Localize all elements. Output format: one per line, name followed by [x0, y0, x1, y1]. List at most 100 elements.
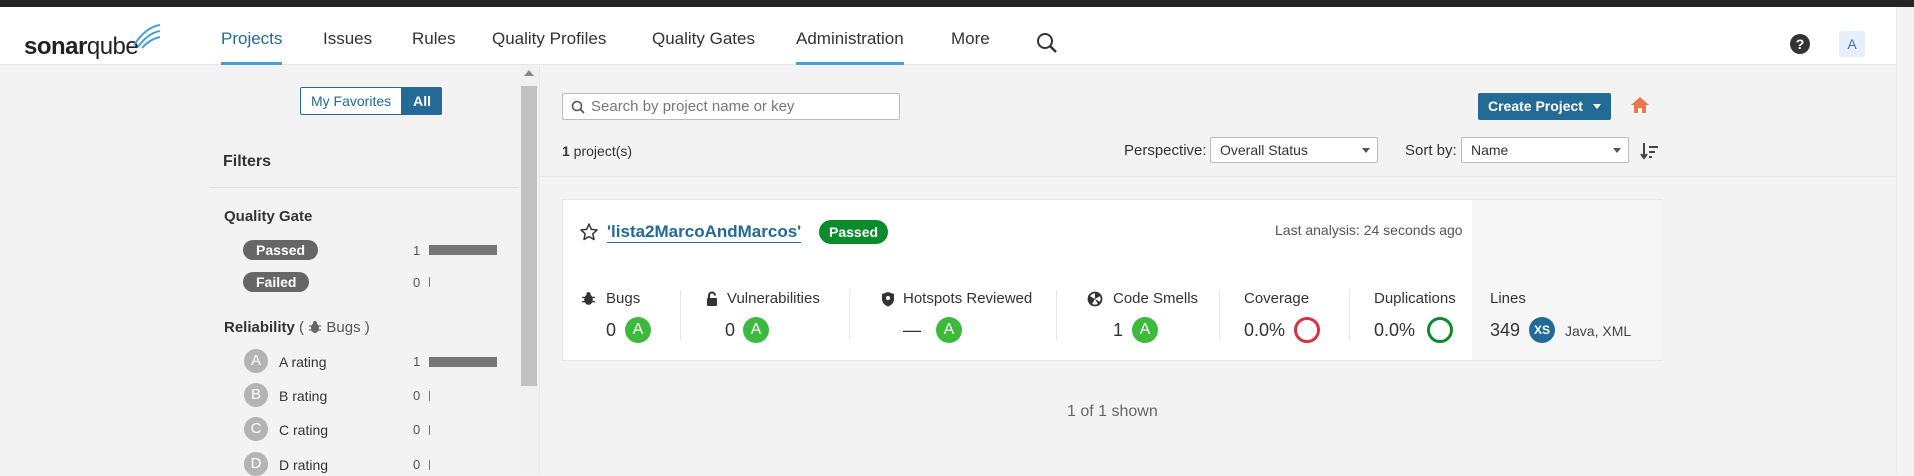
metric-separator: [680, 290, 681, 340]
facet-count: 1: [413, 243, 421, 258]
facet-bar: [429, 425, 430, 435]
sidebar-divider: [210, 187, 518, 188]
sort-order-icon[interactable]: [1640, 141, 1660, 166]
code-smell-icon: [1087, 291, 1103, 307]
avatar[interactable]: A: [1839, 31, 1865, 57]
rating-a-label[interactable]: A rating: [279, 354, 326, 370]
nav-issues[interactable]: Issues: [323, 29, 372, 65]
metric-label: Hotspots Reviewed: [903, 290, 1033, 307]
logo-text-light: qube: [86, 33, 139, 60]
facet-count: 0: [413, 457, 421, 472]
perspective-select[interactable]: Overall Status: [1210, 137, 1378, 163]
metric-label: Coverage: [1244, 290, 1310, 307]
help-icon[interactable]: ?: [1790, 34, 1810, 54]
size-badge: XS: [1529, 317, 1555, 343]
metric-label: Lines: [1490, 290, 1526, 307]
project-count-value: 1: [562, 143, 570, 159]
metric-separator: [1056, 290, 1057, 340]
sidebar-scroll-thumb[interactable]: [521, 86, 537, 386]
home-icon[interactable]: [1630, 96, 1650, 119]
facet-bar: [429, 357, 497, 367]
top-navigation: sonarqube Projects Issues Rules Quality …: [0, 7, 1896, 65]
metric-label: Vulnerabilities: [727, 290, 820, 307]
page-scrollbar[interactable]: [1896, 7, 1914, 474]
facet-count: 0: [413, 422, 421, 437]
reliability-title-text: Reliability: [224, 319, 295, 336]
project-search-field[interactable]: [562, 93, 900, 120]
chevron-down-icon: [1362, 148, 1370, 153]
rating-badge: A: [1132, 317, 1158, 343]
project-card: 'lista2MarcoAndMarcos' Passed Last analy…: [562, 199, 1662, 361]
logo-text-bold: sonar: [24, 33, 87, 60]
search-input[interactable]: [591, 96, 891, 117]
metric-value: —: [903, 320, 921, 340]
reliability-facet-title: Reliability ( Bugs ): [224, 319, 370, 336]
window-top-bar: [0, 0, 1914, 7]
sort-label: Sort by:: [1405, 142, 1457, 159]
nav-projects[interactable]: Projects: [221, 29, 283, 65]
rating-badge: A: [936, 317, 962, 343]
search-icon[interactable]: [1036, 32, 1058, 59]
rating-d-label[interactable]: D rating: [279, 457, 328, 473]
nav-rules[interactable]: Rules: [412, 29, 455, 65]
search-icon: [571, 100, 585, 114]
favorites-toggle: My Favorites All: [300, 87, 443, 115]
languages: Java, XML: [1565, 323, 1632, 339]
nav-quality-gates[interactable]: Quality Gates: [652, 29, 755, 65]
last-analysis: Last analysis: 24 seconds ago: [1275, 222, 1463, 238]
metric-label: Bugs: [606, 290, 641, 307]
rating-badge: A: [625, 317, 651, 343]
rating-c-label[interactable]: C rating: [279, 422, 328, 438]
nav-more[interactable]: More: [951, 29, 990, 65]
rating-b-label[interactable]: B rating: [279, 388, 327, 404]
create-project-button[interactable]: Create Project: [1478, 93, 1611, 120]
metric-value: 0: [606, 320, 617, 340]
facet-count: 0: [413, 388, 421, 403]
facet-count: 1: [413, 354, 421, 369]
quality-gate-facet-title: Quality Gate: [224, 208, 313, 225]
metric-separator: [1219, 290, 1220, 340]
facet-option-passed[interactable]: Passed: [243, 240, 319, 260]
main-divider: [540, 176, 1896, 177]
scroll-up-arrow-icon[interactable]: [524, 70, 534, 76]
metric-label: Duplications: [1374, 290, 1456, 307]
rating-b-badge: B: [244, 383, 268, 407]
sort-value: Name: [1471, 142, 1509, 158]
facet-option-failed[interactable]: Failed: [243, 272, 310, 292]
sidebar-scrollbar[interactable]: [520, 66, 538, 474]
chevron-down-icon: [1613, 148, 1621, 153]
nav-administration[interactable]: Administration: [796, 29, 904, 65]
rating-badge: A: [743, 317, 769, 343]
project-count-suffix: project(s): [569, 143, 633, 159]
bug-icon: [582, 292, 595, 305]
sort-select[interactable]: Name: [1461, 137, 1629, 163]
create-project-label: Create Project: [1488, 98, 1583, 114]
metric-value: 0.0%: [1244, 320, 1286, 340]
star-icon[interactable]: [579, 222, 599, 247]
perspective-label: Perspective:: [1124, 142, 1207, 159]
metric-separator: [849, 290, 850, 340]
shield-icon: [882, 292, 894, 307]
facet-count: 0: [413, 275, 421, 290]
rating-c-badge: C: [244, 417, 268, 441]
logo-waves-icon: [133, 24, 161, 49]
perspective-value: Overall Status: [1220, 142, 1308, 158]
all-button[interactable]: All: [402, 87, 443, 115]
project-name-link[interactable]: 'lista2MarcoAndMarcos': [607, 222, 802, 243]
my-favorites-button[interactable]: My Favorites: [300, 87, 403, 115]
bug-icon: [309, 321, 322, 333]
metric-label: Code Smells: [1113, 290, 1199, 307]
nav-quality-profiles[interactable]: Quality Profiles: [492, 29, 606, 65]
rating-a-badge: A: [244, 349, 268, 373]
project-count: 1 project(s): [562, 143, 632, 159]
filters-title: Filters: [223, 153, 272, 170]
coverage-ring-icon: [1294, 317, 1320, 343]
metric-value: 1: [1113, 320, 1124, 340]
results-shown: 1 of 1 shown: [1067, 403, 1158, 420]
facet-bar: [429, 391, 430, 401]
filters-sidebar: [210, 66, 540, 474]
caret-down-icon: [1592, 104, 1601, 109]
metric-value: 349: [1490, 320, 1521, 340]
metric-separator: [1349, 290, 1350, 340]
rating-d-badge: D: [244, 452, 268, 476]
